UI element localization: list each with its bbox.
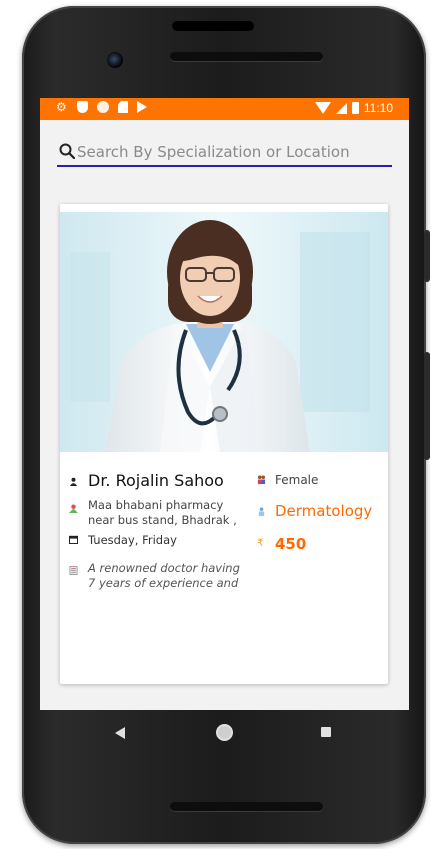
navigation-bar: [40, 710, 409, 758]
search-bar[interactable]: [57, 141, 392, 167]
doctor-name: Dr. Rojalin Sahoo: [88, 471, 224, 490]
bottom-speaker: [170, 802, 323, 811]
search-icon: [59, 143, 75, 159]
doctor-address: Maa bhabani pharmacy near bus stand, Bha…: [88, 498, 237, 527]
sd-card-icon: [118, 101, 128, 113]
consultation-fee: 450: [275, 535, 307, 553]
signal-icon: [335, 102, 347, 114]
doctor-photo: [60, 212, 388, 452]
shield-icon: [77, 101, 88, 113]
top-speaker: [170, 52, 323, 61]
description-icon: [69, 566, 78, 575]
front-camera: [107, 52, 123, 68]
specialization-icon: [258, 507, 265, 516]
status-bar: ⚙ 11:10: [40, 98, 409, 120]
status-time: 11:10: [363, 101, 393, 115]
screen: ⚙ 11:10 Search By Specialization or Loca…: [40, 98, 409, 710]
doctor-info: Dr. Rojalin Sahoo Maa bhabani pharmacy n…: [60, 467, 388, 607]
search-input[interactable]: [77, 141, 387, 163]
home-icon[interactable]: [216, 724, 233, 741]
wifi-icon: [314, 102, 331, 114]
location-icon: [69, 504, 78, 513]
battery-icon: [351, 102, 359, 114]
volume-button: [424, 352, 430, 460]
back-icon[interactable]: [115, 727, 125, 739]
doctor-gender: Female: [275, 473, 319, 487]
earpiece: [172, 21, 254, 31]
doctor-description: A renowned doctor having 7 years of expe…: [88, 561, 240, 590]
rupee-icon: ₹: [257, 538, 264, 549]
recents-icon[interactable]: [321, 727, 331, 737]
calendar-icon: [69, 535, 78, 544]
play-icon: [137, 101, 147, 113]
circle-icon: [97, 101, 109, 113]
gender-icon: [257, 475, 266, 484]
doctor-card[interactable]: Dr. Rojalin Sahoo Maa bhabani pharmacy n…: [60, 204, 388, 684]
person-icon: [69, 477, 78, 486]
settings-icon: ⚙: [56, 100, 67, 114]
available-days: Tuesday, Friday: [88, 533, 177, 547]
doctor-specialization: Dermatology: [275, 502, 373, 520]
power-button: [424, 230, 430, 282]
